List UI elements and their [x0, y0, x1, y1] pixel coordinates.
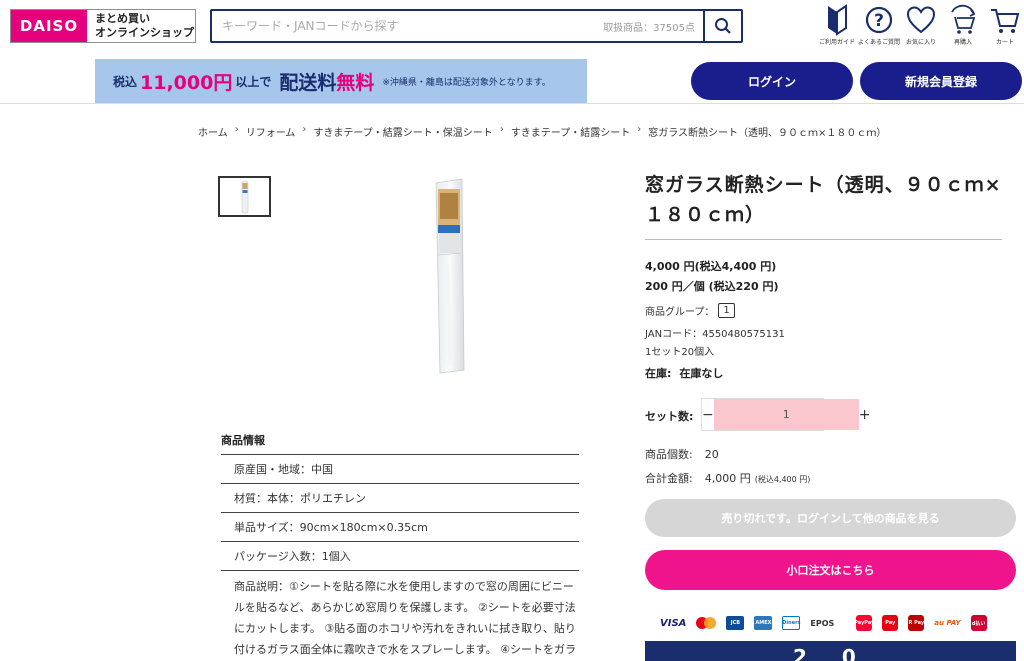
question-icon: ? — [865, 6, 893, 34]
banner-note: ※沖縄県・離島は配送対象外となります。 — [382, 77, 551, 88]
total-label: 合計金額: — [645, 472, 693, 485]
quantity-increase-button[interactable]: + — [859, 399, 871, 430]
breadcrumb-separator: › — [234, 124, 239, 135]
set-info: 1セット20個入 — [645, 347, 715, 358]
svg-text:?: ? — [874, 11, 884, 31]
divider — [645, 239, 1002, 240]
info-row-origin: 原産国・地域：中国 — [221, 455, 579, 484]
breadcrumb-reform[interactable]: リフォーム — [246, 124, 296, 139]
register-button[interactable]: 新規会員登録 — [860, 62, 1022, 100]
search-bar: 取扱商品：37505点 — [210, 9, 743, 43]
guide-label: ご利用ガイド — [818, 39, 855, 46]
favorites-link[interactable]: お気に入り — [900, 4, 942, 46]
cart-icon — [991, 9, 1020, 33]
item-count: 商品個数: 20 — [645, 446, 719, 462]
breadcrumb-separator: › — [302, 124, 307, 135]
jan-code: JANコード：4550480575131 — [645, 329, 785, 340]
logo-sub1: まとめ買い — [95, 12, 150, 25]
stock-value: 在庫なし — [679, 367, 724, 380]
search-button[interactable] — [703, 11, 741, 41]
product-thumbnail[interactable] — [218, 176, 271, 217]
favorites-label: お気に入り — [905, 39, 936, 46]
info-row-package: パッケージ入数：1個入 — [221, 542, 579, 571]
diners-icon: Diners — [782, 616, 801, 630]
set-price: 4,000 円(税込4,400 円) — [645, 260, 777, 273]
utility-nav: ご利用ガイド ? よくあるご質問 お気に入り 再購入 カート — [816, 4, 1024, 46]
daiso-logo-mark[interactable]: DAISO — [11, 10, 87, 42]
item-count-value: 20 — [704, 448, 719, 461]
info-row-material: 材質：本体：ポリエチレン — [221, 484, 579, 513]
quantity-stepper: − + — [701, 398, 870, 431]
faq-label: よくあるご質問 — [858, 39, 901, 46]
cart-link[interactable]: カート — [984, 4, 1024, 46]
info-row-size: 単品サイズ：90cm×180cm×0.35cm — [221, 513, 579, 542]
rakuten-pay-icon: R Pay — [908, 615, 925, 631]
breadcrumb-subcategory[interactable]: すきまテープ・結露シート — [511, 124, 630, 139]
free-shipping-banner[interactable]: 税込 11,000円 以上で 配送料 無料 ※沖縄県・離島は配送対象外となります… — [95, 59, 587, 103]
product-title: 窓ガラス断熱シート（透明、９０ｃｍ×１８０ｃｍ） — [645, 174, 1002, 226]
quantity-input[interactable] — [713, 399, 859, 430]
paypay-icon: PayPay — [854, 615, 874, 631]
total-tax: (税込4,400 円) — [754, 475, 811, 484]
banner-free: 無料 — [336, 71, 375, 94]
reorder-link[interactable]: 再購入 — [942, 4, 984, 46]
reorder-cart-icon — [951, 4, 976, 34]
product-description: 商品説明：①シートを貼る際に水を使用しますので窓の周囲にビニールを貼るなど、あら… — [234, 580, 577, 656]
reorder-label: 再購入 — [953, 39, 972, 46]
amex-icon: AMEX — [754, 616, 773, 630]
logo-subtitle: まとめ買い オンラインショップ — [87, 10, 195, 42]
small-order-button[interactable]: 小口注文はこちら — [645, 550, 1016, 590]
bottom-promo-text: 2 0 — [793, 645, 870, 661]
login-button[interactable]: ログイン — [691, 62, 853, 100]
logo-sub2: オンラインショップ — [95, 26, 194, 39]
au-pay-icon: au PAY — [934, 619, 961, 627]
epos-icon: EPOS — [810, 618, 835, 628]
search-icon — [715, 18, 731, 34]
banner-amount: 11,000円 — [140, 71, 233, 94]
search-input[interactable] — [212, 11, 604, 41]
bottom-promo-block: 2 0 — [645, 641, 1016, 661]
stock-status: 在庫: 在庫なし — [645, 365, 723, 381]
unit-price: 200 円／個 (税込220 円) — [645, 280, 779, 293]
banner-pre: 税込 — [113, 74, 138, 89]
breadcrumb: ホーム › リフォーム › すきまテープ・結露シート・保温シート › すきまテー… — [198, 124, 886, 139]
quantity-label: セット数: — [645, 410, 694, 423]
soldout-button[interactable]: 売り切れです。ログインして他の商品を見る — [645, 499, 1016, 537]
banner-mid: 以上で — [235, 74, 272, 89]
total-amount: 合計金額: 4,000 円 (税込4,400 円) — [645, 470, 810, 486]
site-header: DAISO まとめ買い オンラインショップ 取扱商品：37505点 ご利用ガイド — [0, 0, 1024, 104]
total-value: 4,000 円 — [704, 472, 751, 485]
product-main-image — [435, 178, 465, 374]
breadcrumb-home[interactable]: ホーム — [198, 124, 228, 139]
d-barai-icon: d払い — [970, 615, 987, 631]
product-group: 商品グループ： 1 — [645, 303, 735, 318]
payment-methods: VISA JCB AMEX Diners EPOS PayPay Pay R P… — [660, 615, 997, 631]
faq-link[interactable]: ? よくあるご質問 — [858, 4, 900, 46]
product-group-value[interactable]: 1 — [718, 303, 735, 318]
jcb-icon: JCB — [726, 616, 745, 630]
beginner-mark-icon — [828, 4, 847, 36]
product-thumbnail-image — [241, 180, 248, 213]
product-info-title: 商品情報 — [221, 432, 579, 455]
banner-shipping: 配送料 — [279, 71, 337, 94]
heart-icon — [906, 6, 936, 34]
breadcrumb-category[interactable]: すきまテープ・結露シート・保温シート — [313, 124, 492, 139]
cart-label: カート — [995, 39, 1014, 46]
quantity-decrease-button[interactable]: − — [702, 399, 714, 430]
guide-link[interactable]: ご利用ガイド — [816, 4, 858, 46]
breadcrumb-separator: › — [637, 124, 642, 135]
breadcrumb-separator: › — [499, 124, 504, 135]
site-logo[interactable]: DAISO まとめ買い オンラインショップ — [10, 9, 196, 43]
product-group-label: 商品グループ： — [645, 307, 715, 318]
breadcrumb-current: 窓ガラス断熱シート（透明、９０ｃｍ×１８０ｃｍ） — [648, 128, 887, 139]
search-product-count: 取扱商品：37505点 — [603, 22, 695, 34]
stock-label: 在庫: — [645, 367, 672, 380]
visa-icon: VISA — [660, 617, 687, 629]
product-info-table: 商品情報 原産国・地域：中国 材質：本体：ポリエチレン 単品サイズ：90cm×1… — [221, 432, 579, 661]
merpay-icon: Pay — [882, 615, 899, 631]
mastercard-icon — [696, 616, 717, 630]
item-count-label: 商品個数: — [645, 448, 693, 461]
